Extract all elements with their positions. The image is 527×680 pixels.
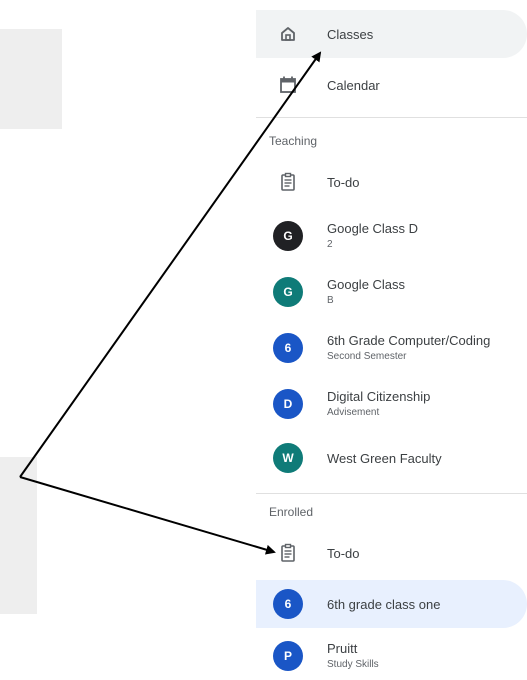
divider — [256, 493, 527, 494]
section-header-enrolled: Enrolled — [269, 505, 314, 519]
calendar-icon — [274, 71, 302, 99]
class-subtitle: Advisement — [327, 407, 380, 418]
section-header-teaching: Teaching — [269, 134, 318, 148]
nav-item-calendar[interactable]: Calendar — [256, 61, 527, 109]
nav-label-calendar: Calendar — [327, 78, 380, 93]
class-avatar: G — [273, 277, 303, 307]
class-item[interactable]: P Pruitt Study Skills — [256, 632, 527, 680]
classroom-sidebar: Classes Calendar Teaching To-do G Google… — [256, 0, 527, 674]
teaching-todo[interactable]: To-do — [256, 158, 527, 206]
class-title: 6th grade class one — [327, 597, 441, 612]
class-title: 6th Grade Computer/Coding — [327, 333, 491, 348]
home-icon — [274, 20, 302, 48]
arrow-to-enrolled-todo — [19, 476, 276, 555]
class-item[interactable]: D Digital Citizenship Advisement — [256, 380, 527, 428]
class-item[interactable]: W West Green Faculty — [256, 434, 527, 482]
class-avatar: G — [273, 221, 303, 251]
class-item[interactable]: 6 6th Grade Computer/Coding Second Semes… — [256, 324, 527, 372]
class-title: Digital Citizenship — [327, 389, 431, 404]
class-avatar: P — [273, 641, 303, 671]
class-item[interactable]: G Google Class B — [256, 268, 527, 316]
background-panel-top — [0, 29, 62, 129]
nav-label-classes: Classes — [327, 27, 374, 42]
assignment-icon — [274, 168, 302, 196]
class-avatar: 6 — [273, 333, 303, 363]
teaching-todo-label: To-do — [327, 175, 360, 190]
class-avatar: W — [273, 443, 303, 473]
enrolled-todo-label: To-do — [327, 546, 360, 561]
class-subtitle: B — [327, 295, 334, 306]
class-subtitle: 2 — [327, 239, 333, 250]
class-subtitle: Study Skills — [327, 659, 379, 670]
class-title: Google Class D — [327, 221, 419, 236]
class-item[interactable]: G Google Class D 2 — [256, 212, 527, 260]
class-title: Google Class — [327, 277, 406, 292]
class-avatar: D — [273, 389, 303, 419]
enrolled-todo[interactable]: To-do — [256, 529, 527, 577]
class-title: West Green Faculty — [327, 451, 442, 466]
class-title: Pruitt — [327, 641, 358, 656]
class-item-selected[interactable]: 6 6th grade class one — [256, 580, 527, 628]
class-subtitle: Second Semester — [327, 351, 407, 362]
assignment-icon — [274, 539, 302, 567]
nav-item-classes[interactable]: Classes — [256, 10, 527, 58]
class-avatar: 6 — [273, 589, 303, 619]
divider — [256, 117, 527, 118]
background-panel-bottom — [0, 457, 37, 614]
